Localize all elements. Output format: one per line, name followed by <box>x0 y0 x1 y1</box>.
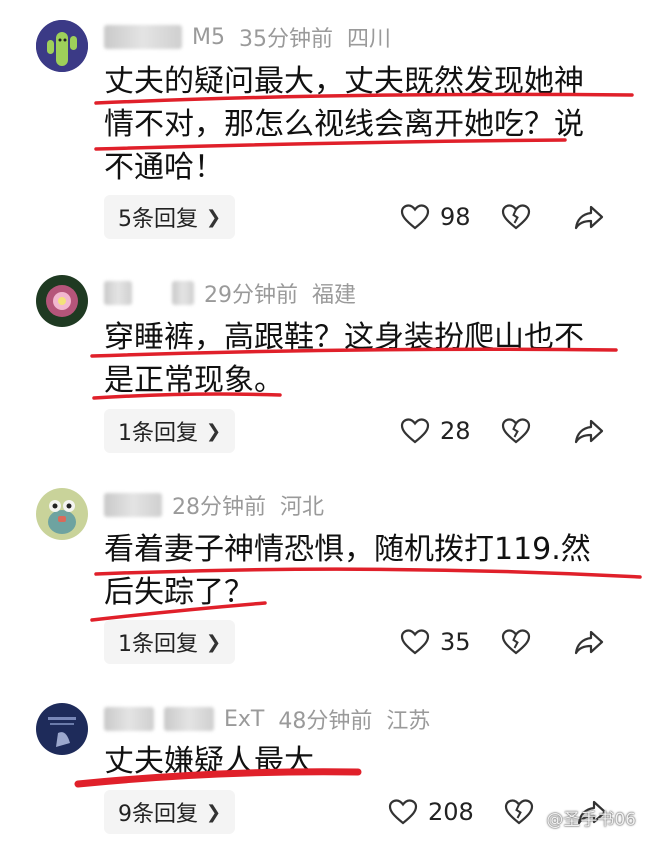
share-arrow-icon <box>574 205 603 230</box>
broken-heart-icon <box>501 629 530 655</box>
replies-button[interactable]: 1条回复 ❯ <box>104 409 236 453</box>
comment-line: 穿睡裤，高跟鞋？这身装扮爬山也不 <box>104 320 584 355</box>
share-arrow-icon <box>574 419 603 444</box>
heart-icon <box>400 418 430 444</box>
comment-actions: 35 <box>400 620 605 664</box>
comment-line: 丈夫嫌疑人最大 <box>104 744 314 779</box>
share-button[interactable] <box>573 203 605 231</box>
heart-icon <box>400 629 430 655</box>
dislike-button[interactable] <box>504 798 534 826</box>
dislike-button[interactable] <box>501 203 531 231</box>
blurred-username <box>104 25 182 49</box>
like-button[interactable]: 28 <box>400 417 471 445</box>
comment-meta: M5 35分钟前 四川 <box>104 22 405 52</box>
comment-line: 丈夫的疑问最大，丈夫既然发现她神 <box>104 64 584 99</box>
comment-line: 是正常现象。 <box>104 363 284 398</box>
timestamp: 29分钟前 <box>204 283 298 308</box>
username[interactable]: M5 <box>192 25 225 50</box>
comment-text: 穿睡裤，高跟鞋？这身装扮爬山也不 是正常现象。 <box>104 316 634 402</box>
like-count: 208 <box>428 798 474 826</box>
blurred-username <box>104 493 162 517</box>
share-button[interactable] <box>573 417 605 445</box>
blurred-username <box>172 281 194 305</box>
comment-meta: 28分钟前 河北 <box>104 490 338 520</box>
timestamp: 35分钟前 <box>238 27 333 52</box>
avatar[interactable] <box>36 703 88 755</box>
replies-label: 1条回复 <box>118 632 198 657</box>
flower-avatar-icon <box>36 275 88 327</box>
share-arrow-icon <box>574 630 603 655</box>
heart-icon <box>388 799 418 825</box>
broken-heart-icon <box>501 418 530 444</box>
chevron-right-icon: ❯ <box>206 206 222 228</box>
username[interactable]: ExT <box>224 707 264 732</box>
watermark: @圣手书06 <box>546 810 636 830</box>
comment-line: 后失踪了？ <box>104 575 254 610</box>
broken-heart-icon <box>504 799 533 825</box>
dislike-button[interactable] <box>501 628 531 656</box>
comment-text: 丈夫嫌疑人最大 <box>104 740 634 783</box>
like-button[interactable]: 35 <box>400 628 471 656</box>
chevron-right-icon: ❯ <box>206 420 222 442</box>
like-count: 28 <box>440 417 471 445</box>
location: 江苏 <box>386 709 431 734</box>
timestamp: 48分钟前 <box>278 709 373 734</box>
like-count: 98 <box>440 203 471 231</box>
frog-avatar-icon <box>36 488 88 540</box>
comment-text: 看着妻子神情恐惧，随机拨打119.然 后失踪了？ <box>104 528 634 614</box>
replies-button[interactable]: 5条回复 ❯ <box>104 195 236 239</box>
timestamp: 28分钟前 <box>172 495 266 520</box>
replies-label: 9条回复 <box>118 802 198 827</box>
comment-line: 不通哈！ <box>104 150 224 185</box>
comment-actions: 98 <box>400 195 605 239</box>
comment-line: 情不对，那怎么视线会离开她吃？说 <box>104 107 584 142</box>
night-avatar-icon <box>36 703 88 755</box>
like-button[interactable]: 208 <box>388 798 474 826</box>
blurred-username <box>104 281 132 305</box>
broken-heart-icon <box>501 204 530 230</box>
replies-button[interactable]: 1条回复 ❯ <box>104 620 236 664</box>
cactus-avatar-icon <box>36 20 88 72</box>
chevron-right-icon: ❯ <box>206 631 222 653</box>
like-count: 35 <box>440 628 471 656</box>
replies-label: 5条回复 <box>118 207 198 232</box>
comment-meta: 29分钟前 福建 <box>104 278 370 308</box>
location: 河北 <box>280 495 325 520</box>
replies-label: 1条回复 <box>118 421 198 446</box>
comment-meta: ExT 48分钟前 江苏 <box>104 704 444 734</box>
like-button[interactable]: 98 <box>400 203 471 231</box>
comment-text: 丈夫的疑问最大，丈夫既然发现她神 情不对，那怎么视线会离开她吃？说 不通哈！ <box>104 60 634 189</box>
location: 四川 <box>346 27 391 52</box>
replies-button[interactable]: 9条回复 ❯ <box>104 790 236 834</box>
avatar[interactable] <box>36 488 88 540</box>
comment-line: 看着妻子神情恐惧，随机拨打119.然 <box>104 532 591 567</box>
comment-actions: 28 <box>400 409 605 453</box>
share-button[interactable] <box>573 628 605 656</box>
chevron-right-icon: ❯ <box>206 801 222 823</box>
location: 福建 <box>312 283 357 308</box>
blurred-username <box>164 707 214 731</box>
dislike-button[interactable] <box>501 417 531 445</box>
blurred-username <box>104 707 154 731</box>
heart-icon <box>400 204 430 230</box>
avatar[interactable] <box>36 275 88 327</box>
avatar[interactable] <box>36 20 88 72</box>
